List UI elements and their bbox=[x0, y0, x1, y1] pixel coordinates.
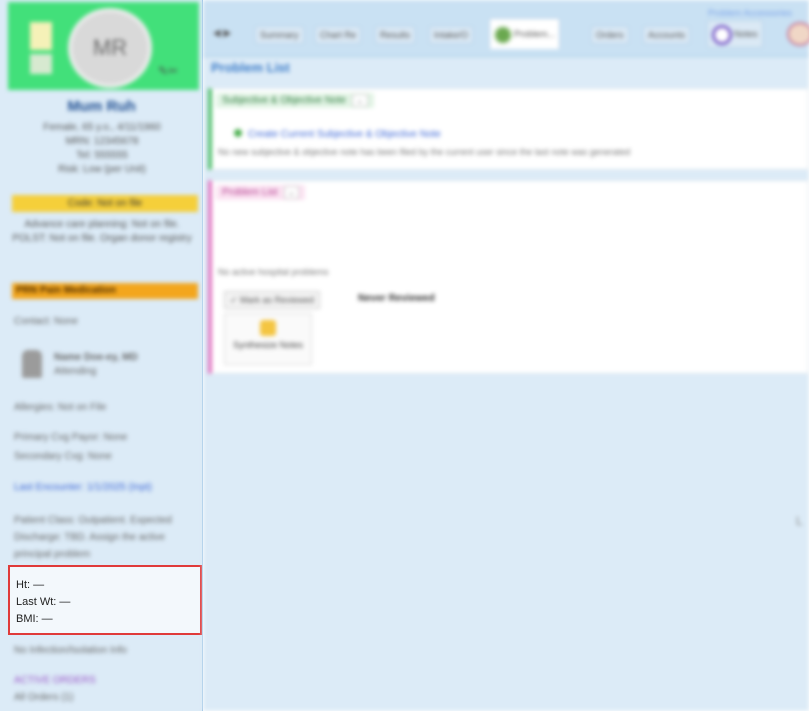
tab-results[interactable]: Results bbox=[375, 26, 416, 44]
collapse-icon[interactable]: ⌄ bbox=[283, 186, 300, 199]
soap-description: No new subjective & objective note has b… bbox=[218, 147, 631, 157]
soap-section-header[interactable]: Subjective & Objective Note ⌄ bbox=[216, 93, 374, 108]
active-orders-link[interactable]: ACTIVE ORDERS bbox=[14, 675, 96, 686]
synthesize-notes-button[interactable]: Synthesize Notes bbox=[224, 313, 312, 365]
tab-notes[interactable]: Notes bbox=[707, 20, 763, 48]
patient-name[interactable]: Mum Ruh bbox=[0, 98, 202, 115]
problem-section-header[interactable]: Problem List ⌄ bbox=[216, 185, 306, 200]
tab-intake-output[interactable]: Intake/O bbox=[429, 26, 474, 44]
main-area: ◀ ▶ Problem Accessories Summary Chart Re… bbox=[203, 0, 809, 711]
side-marker: L bbox=[796, 514, 803, 528]
tab-notes-label: Notes bbox=[734, 29, 758, 39]
provider-name[interactable]: Name Doe-ey, MD bbox=[54, 352, 138, 363]
last-weight-value: Last Wt: — bbox=[16, 596, 71, 608]
patient-risk: Risk: Low (per Unit) bbox=[58, 164, 146, 175]
nav-arrows[interactable]: ◀ ▶ bbox=[213, 28, 231, 39]
synthesize-icon bbox=[260, 320, 276, 336]
mark-reviewed-button[interactable]: ✓ Mark as Reviewed bbox=[224, 291, 321, 309]
avatar[interactable]: MR bbox=[68, 8, 152, 88]
no-problems-text: No active hospital problems bbox=[218, 267, 329, 277]
problem-accessories-link[interactable]: Problem Accessories bbox=[708, 8, 792, 18]
review-status: Never Reviewed bbox=[358, 293, 435, 304]
tools-icon[interactable]: ✎✂ bbox=[158, 64, 188, 78]
problem-section-title: Problem List bbox=[222, 187, 278, 198]
create-note-link[interactable]: Create Current Subjective & Objective No… bbox=[234, 129, 441, 140]
problem-list-panel: Problem List ⌄ No active hospital problem… bbox=[208, 180, 809, 374]
bmi-value: BMI: — bbox=[16, 613, 53, 625]
note-icon[interactable] bbox=[30, 54, 52, 74]
soap-note-panel: Subjective & Objective Note ⌄ Create Curr… bbox=[208, 88, 809, 170]
patient-phone: Tel: 555555 bbox=[76, 150, 128, 161]
page-title: Problem List bbox=[211, 60, 290, 75]
expected-discharge: Patient Class: Outpatient. Expected Disc… bbox=[14, 515, 172, 560]
height-value: Ht: — bbox=[16, 579, 45, 591]
patient-demographics: Female, 65 y.o., 4/11/1960 bbox=[43, 122, 161, 133]
tab-problem-label: Problem... bbox=[514, 29, 556, 39]
tab-orders[interactable]: Orders bbox=[591, 26, 629, 44]
tab-accounts[interactable]: Accounts bbox=[643, 26, 691, 44]
vitals-box: Ht: — Last Wt: — BMI: — bbox=[8, 565, 202, 635]
contact-info: Contact: None bbox=[14, 316, 78, 327]
person-icon bbox=[22, 350, 42, 378]
all-orders[interactable]: All Orders (1) bbox=[14, 692, 73, 703]
alert-bar[interactable]: PRN Pain Medication bbox=[12, 283, 198, 299]
activity-tab-bar: ◀ ▶ Problem Accessories Summary Chart Re… bbox=[203, 0, 809, 57]
add-note-icon bbox=[234, 129, 242, 137]
secondary-payor: Secondary Cvg: None bbox=[14, 451, 112, 462]
last-encounter-link[interactable]: Last Encounter: 1/1/2025 (Inpt) bbox=[14, 482, 189, 493]
primary-payor: Primary Cvg Payor: None bbox=[14, 432, 128, 443]
tab-chart-review[interactable]: Chart Re bbox=[315, 26, 362, 44]
advance-care-note: Advance care planning: Not on file. POLS… bbox=[12, 219, 192, 244]
notes-icon bbox=[712, 24, 732, 45]
patient-header-block: MR ✎✂ bbox=[8, 2, 199, 90]
create-note-label: Create Current Subjective & Objective No… bbox=[248, 129, 441, 140]
tab-summary[interactable]: Summary bbox=[255, 26, 304, 44]
provider-role: Attending bbox=[54, 366, 97, 377]
isolation-info: No Infection/Isolation Info bbox=[14, 645, 127, 656]
code-status-badge[interactable]: Code: Not on file bbox=[12, 195, 198, 212]
allergies[interactable]: Allergies: Not on File bbox=[14, 402, 106, 413]
patient-mrn: MRN: 12345678 bbox=[65, 136, 139, 147]
sticky-note-icon[interactable] bbox=[30, 22, 52, 50]
patient-sidebar: MR ✎✂ Mum Ruh Female, 65 y.o., 4/11/1960… bbox=[0, 0, 203, 711]
more-tab-icon[interactable] bbox=[787, 22, 809, 46]
synthesize-label: Synthesize Notes bbox=[232, 340, 304, 350]
soap-section-title: Subjective & Objective Note bbox=[222, 95, 346, 106]
problem-list-icon bbox=[494, 25, 512, 44]
collapse-icon[interactable]: ⌄ bbox=[351, 94, 368, 107]
tab-problem-list[interactable]: Problem... bbox=[489, 18, 561, 49]
